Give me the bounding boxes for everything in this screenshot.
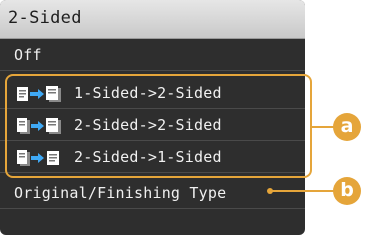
title-bar: 2-Sided xyxy=(0,0,305,39)
callout-b-badge: b xyxy=(333,177,361,205)
menu-item-original-finishing-type[interactable]: Original/Finishing Type xyxy=(0,178,305,209)
screen-title: 2-Sided xyxy=(8,8,82,28)
menu-item-off[interactable]: Off xyxy=(0,40,305,71)
menu-item-label: Off xyxy=(14,46,42,64)
callout-a-leader xyxy=(312,126,334,128)
menu-item-label: Original/Finishing Type xyxy=(14,184,227,202)
callout-a-badge: a xyxy=(333,113,361,141)
callout-b-leader xyxy=(270,190,334,192)
callout-a-highlight xyxy=(5,74,312,178)
